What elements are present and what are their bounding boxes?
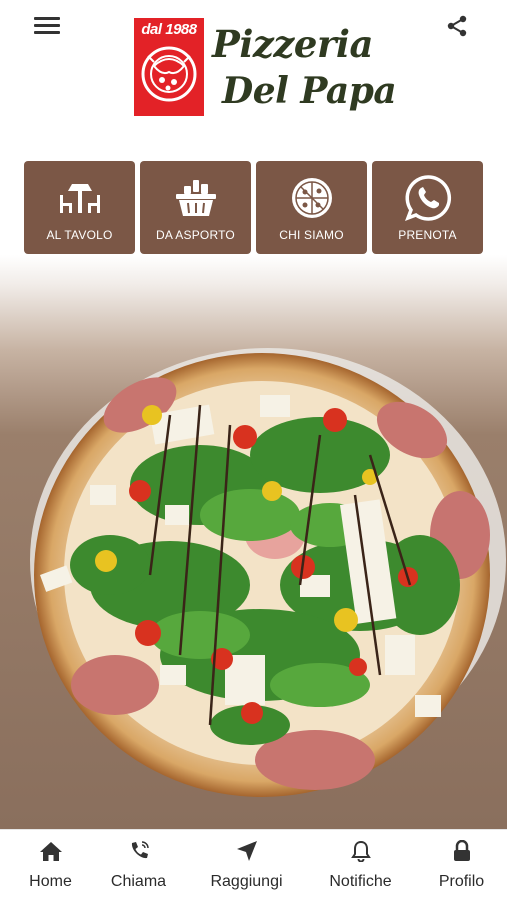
home-icon	[0, 839, 101, 863]
hamburger-icon	[34, 17, 60, 34]
hero-pizza-image	[0, 255, 507, 829]
tile-label: PRENOTA	[398, 228, 457, 242]
nav-label: Home	[29, 873, 72, 890]
logo-pizza-emblem-icon	[141, 46, 197, 102]
tile-prenota[interactable]: PRENOTA	[372, 161, 483, 254]
bottom-navigation: Home Chiama Raggiungi Notifiche Profilo	[0, 829, 507, 900]
nav-home[interactable]: Home	[0, 830, 101, 900]
share-button[interactable]	[445, 14, 469, 38]
pizza-icon	[256, 175, 367, 221]
menu-button[interactable]	[34, 14, 60, 38]
tile-label: AL TAVOLO	[46, 228, 113, 242]
tile-label: DA ASPORTO	[156, 228, 235, 242]
app-header: dal 1988 Pizzeria Del Papa	[0, 0, 507, 135]
logo-name-line1: Pizzeria	[212, 22, 373, 66]
nav-raggiungi[interactable]: Raggiungi	[196, 830, 297, 900]
bell-icon	[310, 839, 411, 863]
whatsapp-icon	[372, 175, 483, 221]
action-tiles: AL TAVOLO DA ASPORTO CHI SIAMO PRENOTA	[24, 161, 484, 255]
location-arrow-icon	[196, 839, 297, 863]
logo-name-line2: Del Papa	[222, 70, 397, 112]
phone-icon	[88, 839, 189, 863]
nav-label: Profilo	[438, 873, 485, 890]
logo-badge: dal 1988	[134, 18, 204, 116]
pizza-illustration	[30, 348, 506, 797]
tile-al-tavolo[interactable]: AL TAVOLO	[24, 161, 135, 254]
nav-notifiche[interactable]: Notifiche	[310, 830, 411, 900]
logo-wordmark: Pizzeria Del Papa	[206, 18, 397, 118]
tile-chi-siamo[interactable]: CHI SIAMO	[256, 161, 367, 254]
nav-label: Chiama	[110, 873, 167, 890]
table-chairs-icon	[24, 175, 135, 221]
share-icon	[447, 15, 467, 37]
tile-da-asporto[interactable]: DA ASPORTO	[140, 161, 251, 254]
nav-label: Raggiungi	[210, 873, 283, 890]
nav-chiama[interactable]: Chiama	[88, 830, 189, 900]
logo-since-text: dal 1988	[141, 21, 197, 38]
tile-label: CHI SIAMO	[279, 228, 344, 242]
takeaway-basket-icon	[140, 175, 251, 221]
nav-profilo[interactable]: Profilo	[411, 830, 507, 900]
lock-icon	[411, 839, 507, 863]
nav-label: Notifiche	[329, 873, 392, 890]
